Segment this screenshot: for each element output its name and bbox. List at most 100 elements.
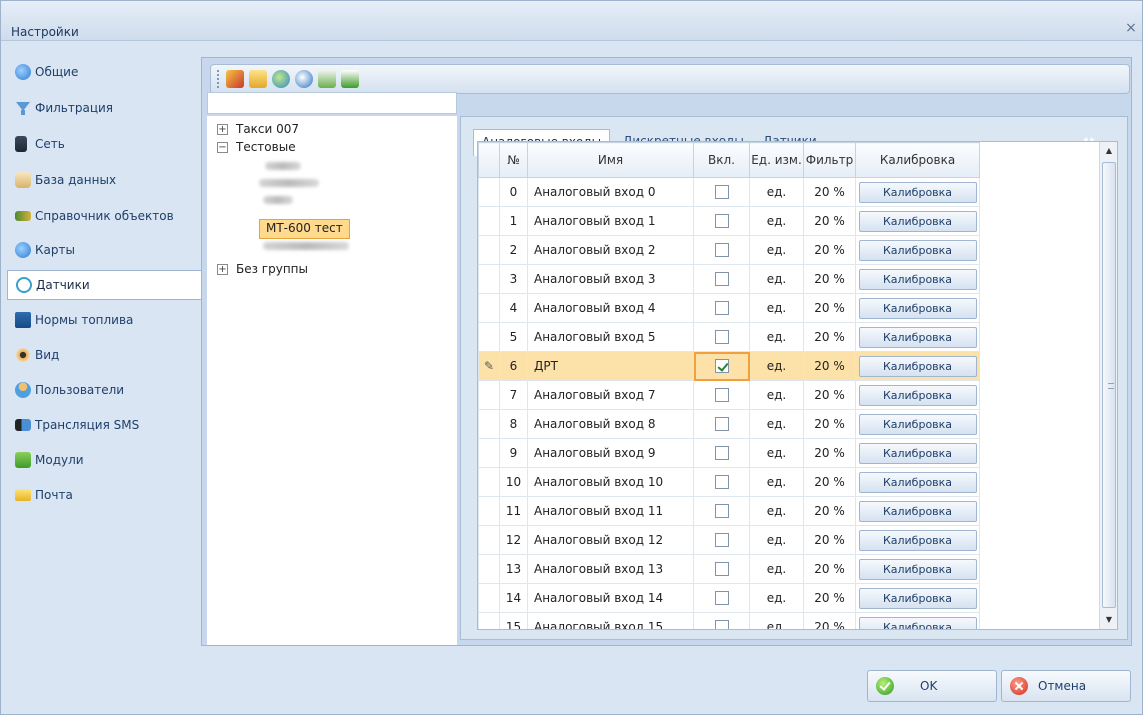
database-export-icon[interactable]: [341, 70, 359, 88]
nav-item-modules[interactable]: Модули: [7, 445, 201, 475]
redacted-tree-item[interactable]: [259, 179, 319, 187]
row-unit[interactable]: ед.: [749, 206, 804, 236]
tree-search-input[interactable]: [207, 92, 457, 114]
enabled-checkbox[interactable]: [714, 301, 729, 316]
table-row[interactable]: 9 Аналоговый вход 9 ед. 20 % Калибровка: [478, 438, 980, 468]
nav-item-database[interactable]: База данных: [7, 165, 201, 195]
row-unit[interactable]: ед.: [749, 177, 804, 207]
row-name[interactable]: Аналоговый вход 13: [527, 554, 694, 584]
redacted-tree-item[interactable]: [263, 242, 349, 250]
cancel-button[interactable]: Отмена: [1001, 670, 1131, 702]
calibration-button[interactable]: Калибровка: [858, 413, 977, 435]
row-filter[interactable]: 20 %: [803, 438, 856, 468]
tree-group-test[interactable]: − Тестовые: [217, 138, 296, 156]
calibration-button[interactable]: Калибровка: [858, 529, 977, 551]
enabled-checkbox[interactable]: [714, 272, 729, 287]
edit-icon[interactable]: [226, 70, 244, 88]
row-filter[interactable]: 20 %: [803, 351, 856, 381]
row-unit[interactable]: ед.: [749, 612, 804, 629]
row-unit[interactable]: ед.: [749, 438, 804, 468]
nav-item-general[interactable]: Общие: [7, 57, 201, 87]
table-row[interactable]: ✎ 6 ДРТ ед. 20 % Калибровка: [478, 351, 980, 381]
scroll-thumb[interactable]: [1102, 162, 1116, 608]
redacted-tree-item[interactable]: [265, 162, 301, 170]
row-name[interactable]: Аналоговый вход 12: [527, 525, 694, 555]
table-row[interactable]: 3 Аналоговый вход 3 ед. 20 % Калибровка: [478, 264, 980, 294]
row-unit[interactable]: ед.: [749, 525, 804, 555]
calibration-button[interactable]: Калибровка: [858, 297, 977, 319]
table-row[interactable]: 14 Аналоговый вход 14 ед. 20 % Калибровка: [478, 583, 980, 613]
col-header-number[interactable]: №: [499, 142, 528, 178]
ok-button[interactable]: OK: [867, 670, 997, 702]
row-filter[interactable]: 20 %: [803, 322, 856, 352]
row-name[interactable]: Аналоговый вход 7: [527, 380, 694, 410]
calibration-button[interactable]: Калибровка: [858, 500, 977, 522]
close-icon[interactable]: ×: [1124, 21, 1138, 35]
enabled-checkbox[interactable]: [714, 562, 729, 577]
table-row[interactable]: 5 Аналоговый вход 5 ед. 20 % Калибровка: [478, 322, 980, 352]
enabled-checkbox[interactable]: [714, 330, 729, 345]
row-name[interactable]: Аналоговый вход 11: [527, 496, 694, 526]
calibration-button[interactable]: Калибровка: [858, 558, 977, 580]
scroll-up-icon[interactable]: ▲: [1100, 142, 1118, 160]
calibration-button[interactable]: Калибровка: [858, 210, 977, 232]
folder-icon[interactable]: [249, 70, 267, 88]
enabled-checkbox[interactable]: [714, 214, 729, 229]
database-import-icon[interactable]: [318, 70, 336, 88]
row-name[interactable]: Аналоговый вход 1: [527, 206, 694, 236]
col-header-enabled[interactable]: Вкл.: [693, 142, 750, 178]
row-name[interactable]: Аналоговый вход 10: [527, 467, 694, 497]
nav-item-sms-relay[interactable]: Трансляция SMS: [7, 410, 201, 440]
enabled-checkbox[interactable]: [714, 359, 729, 374]
row-unit[interactable]: ед.: [749, 409, 804, 439]
nav-item-object-directory[interactable]: Справочник объектов: [7, 201, 201, 231]
row-unit[interactable]: ед.: [749, 235, 804, 265]
redacted-tree-item[interactable]: [263, 196, 293, 204]
table-row[interactable]: 12 Аналоговый вход 12 ед. 20 % Калибровка: [478, 525, 980, 555]
row-filter[interactable]: 20 %: [803, 554, 856, 584]
expand-icon[interactable]: +: [217, 123, 228, 135]
row-filter[interactable]: 20 %: [803, 467, 856, 497]
row-name[interactable]: Аналоговый вход 3: [527, 264, 694, 294]
enabled-checkbox[interactable]: [714, 620, 729, 629]
enabled-checkbox[interactable]: [714, 388, 729, 403]
row-unit[interactable]: ед.: [749, 496, 804, 526]
nav-item-network[interactable]: Сеть: [7, 129, 201, 159]
scroll-down-icon[interactable]: ▼: [1100, 611, 1118, 629]
toolbar-grip[interactable]: [217, 70, 220, 88]
nav-item-view[interactable]: Вид: [7, 340, 201, 370]
row-filter[interactable]: 20 %: [803, 612, 856, 629]
nav-item-users[interactable]: Пользователи: [7, 375, 201, 405]
enabled-checkbox[interactable]: [714, 504, 729, 519]
row-name[interactable]: Аналоговый вход 14: [527, 583, 694, 613]
row-unit[interactable]: ед.: [749, 293, 804, 323]
calibration-button[interactable]: Калибровка: [858, 442, 977, 464]
enabled-checkbox[interactable]: [714, 533, 729, 548]
row-name[interactable]: Аналоговый вход 15: [527, 612, 694, 629]
row-unit[interactable]: ед.: [749, 554, 804, 584]
row-name[interactable]: Аналоговый вход 4: [527, 293, 694, 323]
enabled-checkbox[interactable]: [714, 185, 729, 200]
row-unit[interactable]: ед.: [749, 467, 804, 497]
enabled-checkbox[interactable]: [714, 243, 729, 258]
row-filter[interactable]: 20 %: [803, 525, 856, 555]
col-header-name[interactable]: Имя: [527, 142, 694, 178]
enabled-checkbox[interactable]: [714, 591, 729, 606]
row-name[interactable]: Аналоговый вход 2: [527, 235, 694, 265]
col-header-calibration[interactable]: Калибровка: [855, 142, 980, 178]
row-name[interactable]: ДРТ: [527, 351, 694, 381]
expand-icon[interactable]: +: [217, 263, 228, 275]
tree-group-taxi[interactable]: + Такси 007: [217, 120, 299, 138]
row-name[interactable]: Аналоговый вход 9: [527, 438, 694, 468]
table-row[interactable]: 7 Аналоговый вход 7 ед. 20 % Калибровка: [478, 380, 980, 410]
nav-item-maps[interactable]: Карты: [7, 235, 201, 265]
calibration-button[interactable]: Калибровка: [858, 355, 977, 377]
collapse-icon[interactable]: −: [217, 141, 228, 153]
enabled-checkbox[interactable]: [714, 475, 729, 490]
nav-item-sensors[interactable]: Датчики: [7, 270, 203, 300]
enabled-checkbox[interactable]: [714, 446, 729, 461]
row-unit[interactable]: ед.: [749, 583, 804, 613]
table-row[interactable]: 13 Аналоговый вход 13 ед. 20 % Калибровка: [478, 554, 980, 584]
row-unit[interactable]: ед.: [749, 351, 804, 381]
row-unit[interactable]: ед.: [749, 322, 804, 352]
